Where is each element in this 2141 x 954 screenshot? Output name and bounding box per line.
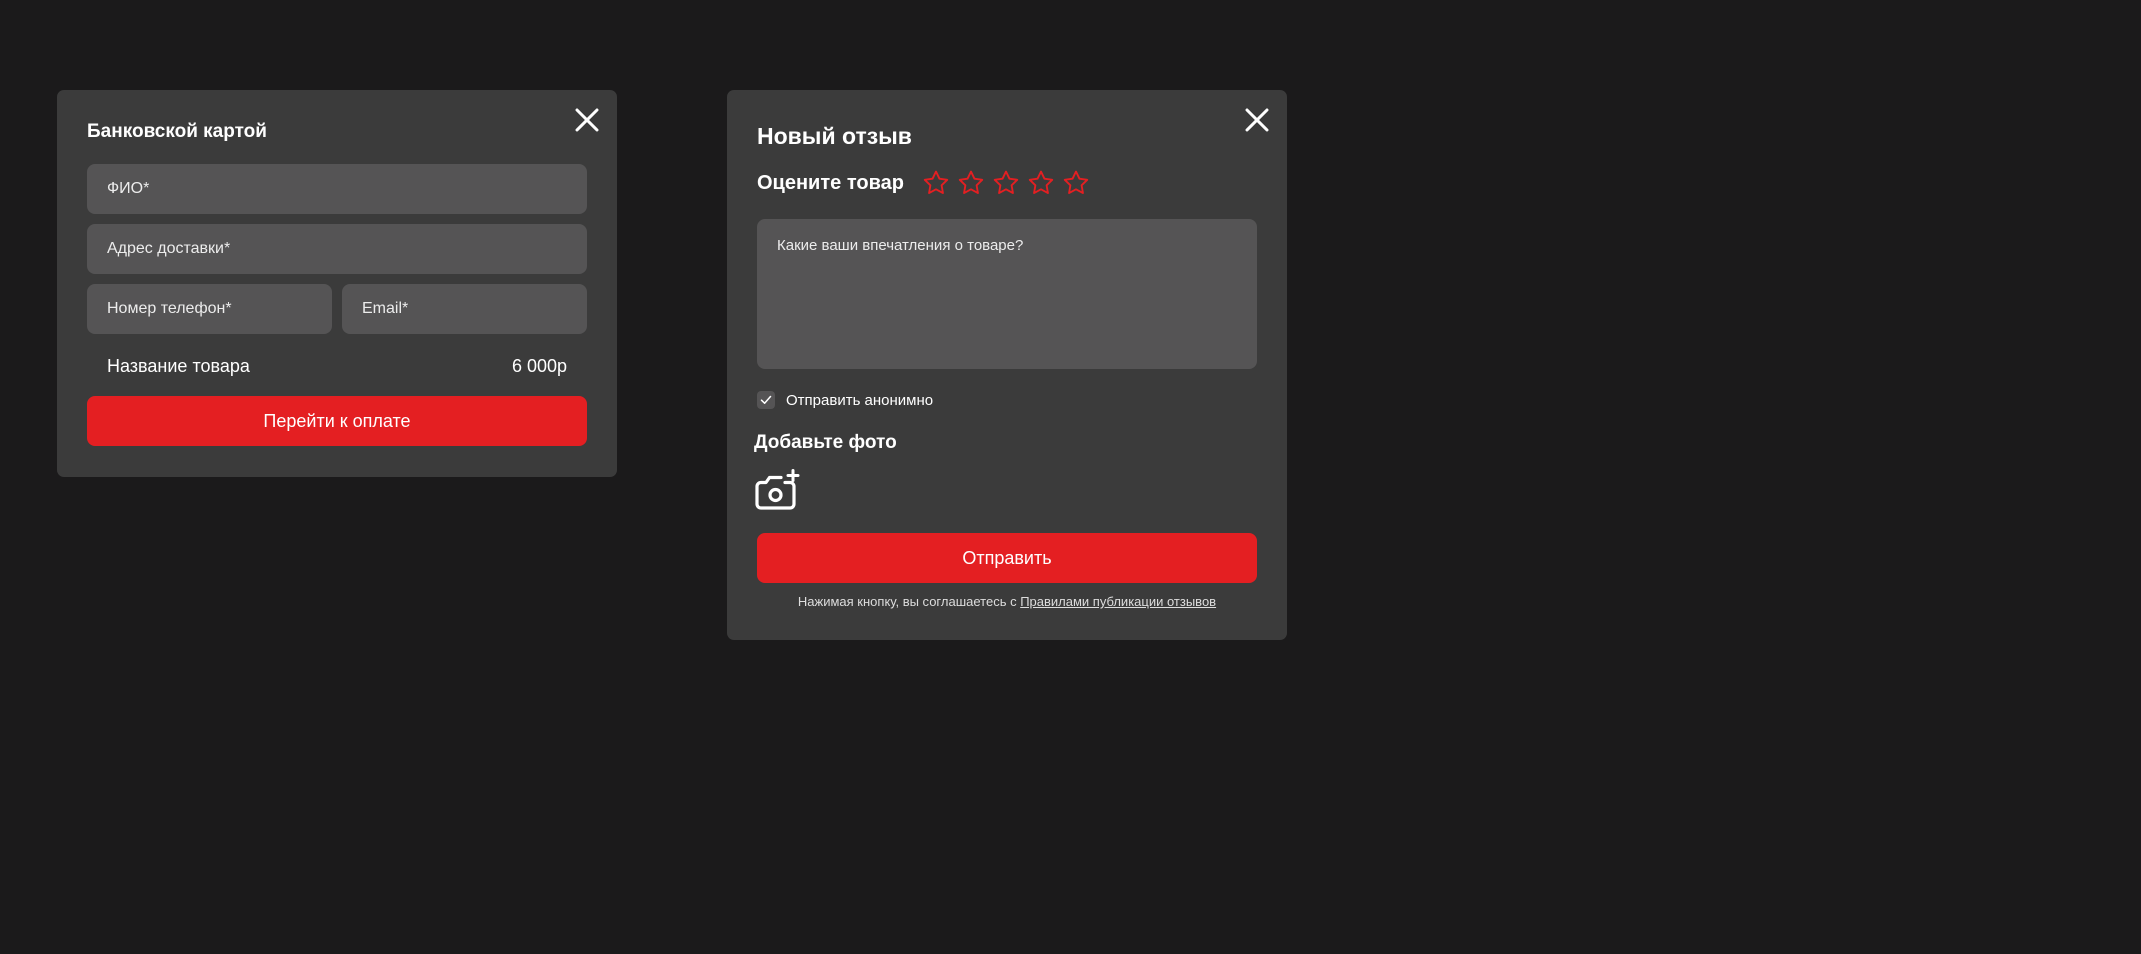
review-rules-link[interactable]: Правилами публикации отзывов xyxy=(1020,594,1216,609)
fio-input[interactable] xyxy=(87,164,587,214)
star-outline-icon[interactable] xyxy=(922,169,950,197)
add-photo-title: Добавьте фото xyxy=(754,432,897,453)
add-photo-camera-icon[interactable] xyxy=(755,469,801,511)
rating-label: Оцените товар xyxy=(757,171,904,194)
payment-modal: Банковской картой Название товара 6 000р… xyxy=(57,90,617,477)
anonymous-label[interactable]: Отправить анонимно xyxy=(786,392,933,409)
close-icon[interactable] xyxy=(573,106,601,134)
checkmark-icon xyxy=(760,395,772,404)
agreement-text: Нажимая кнопку, вы соглашаетесь с xyxy=(797,594,1021,609)
payment-title: Банковской картой xyxy=(87,121,267,142)
star-outline-icon[interactable] xyxy=(1027,169,1055,197)
product-name: Название товара xyxy=(107,356,250,376)
star-outline-icon[interactable] xyxy=(957,169,985,197)
review-modal: Новый отзыв Оцените товар Какие ваши впе… xyxy=(727,90,1287,640)
rating-row: Оцените товар xyxy=(757,168,1097,198)
review-title: Новый отзыв xyxy=(757,123,912,149)
product-price: 6 000р xyxy=(511,356,567,376)
close-icon[interactable] xyxy=(1243,106,1271,134)
pay-button[interactable]: Перейти к оплате xyxy=(87,396,587,446)
product-summary: Название товара 6 000р xyxy=(107,354,567,378)
submit-review-button[interactable]: Отправить xyxy=(757,533,1257,583)
review-textarea[interactable] xyxy=(757,219,1257,369)
star-rating xyxy=(922,169,1097,197)
anonymous-checkbox[interactable] xyxy=(757,391,775,409)
star-outline-icon[interactable] xyxy=(992,169,1020,197)
star-outline-icon[interactable] xyxy=(1062,169,1090,197)
anonymous-option: Отправить анонимно xyxy=(757,390,933,410)
address-input[interactable] xyxy=(87,224,587,274)
email-input[interactable] xyxy=(342,284,587,334)
phone-input[interactable] xyxy=(87,284,332,334)
agreement-note: Нажимая кнопку, вы соглашаетесь с Правил… xyxy=(727,594,1287,609)
